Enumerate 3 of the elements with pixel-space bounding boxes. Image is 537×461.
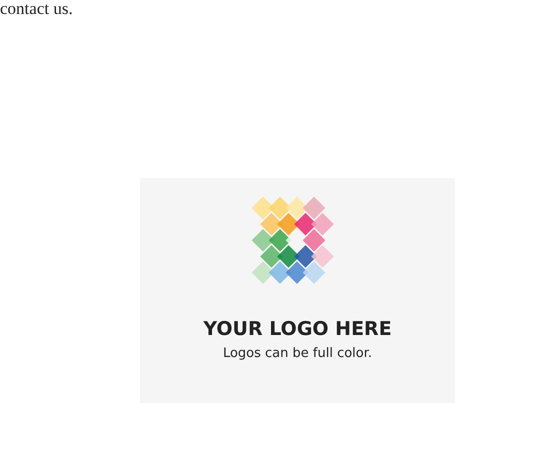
intro-text: contact us. bbox=[0, 0, 74, 18]
logo-caption: Logos can be full color. bbox=[222, 346, 372, 361]
logo-title: YOUR LOGO HERE bbox=[203, 318, 392, 340]
